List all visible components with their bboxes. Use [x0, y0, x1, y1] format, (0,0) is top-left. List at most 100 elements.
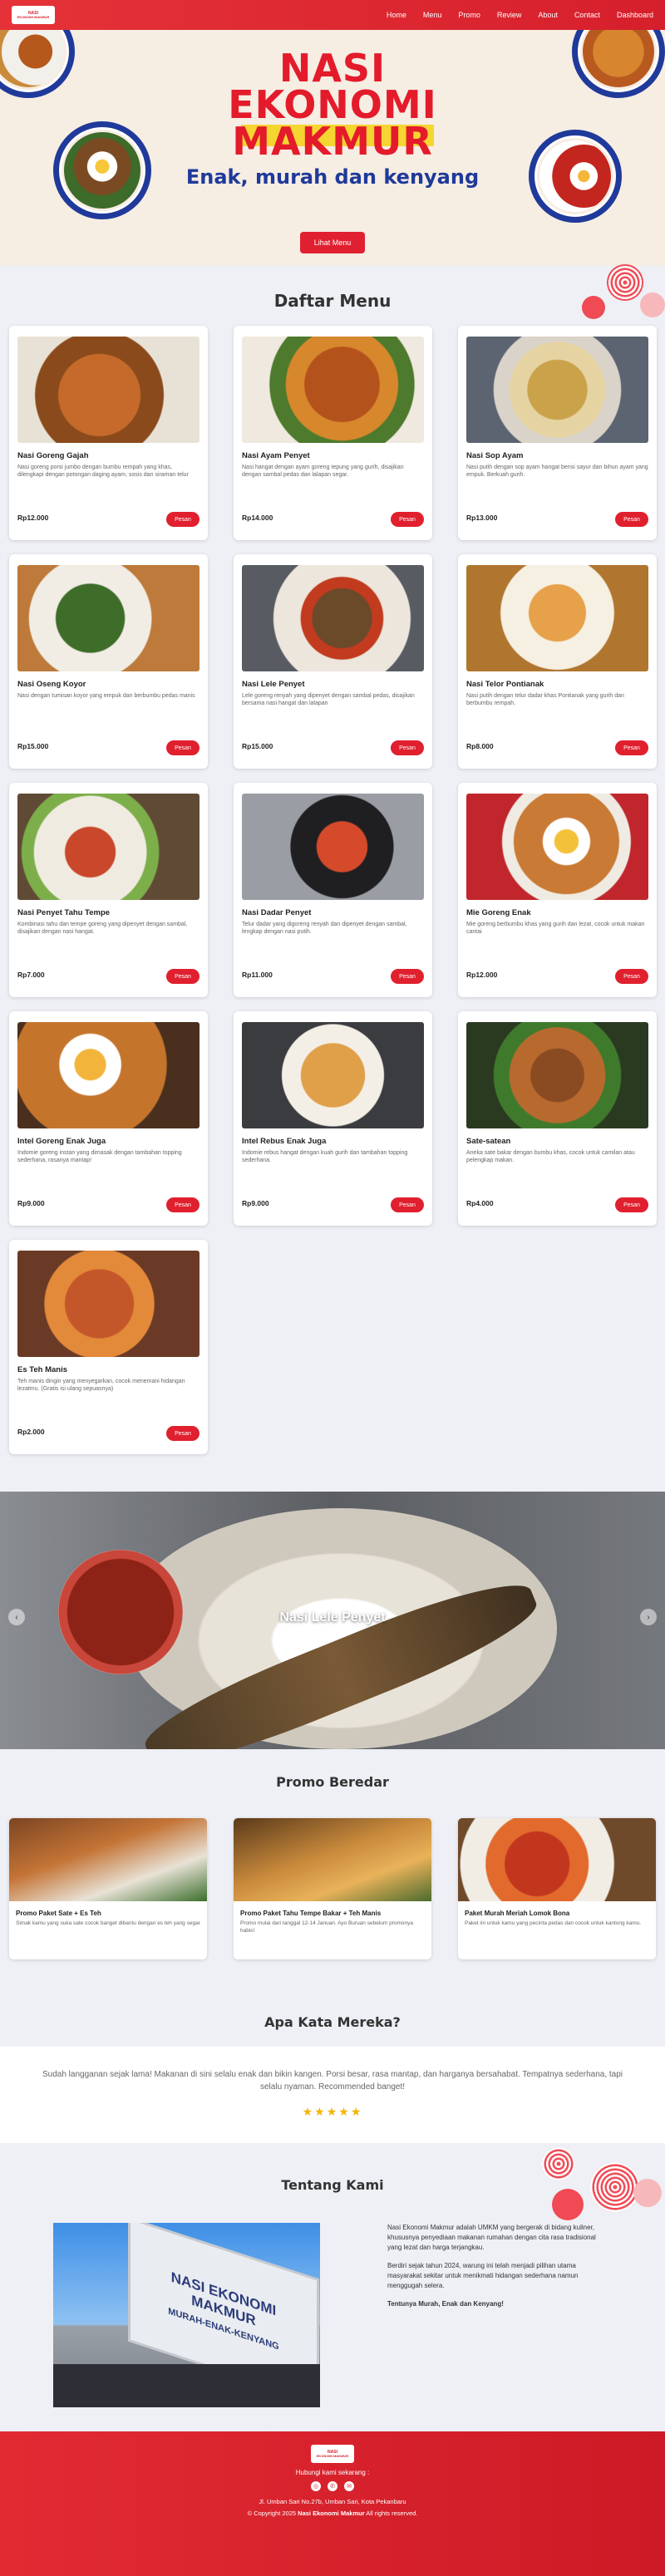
menu-item-desc: Nasi putih dengan telur dadar khas Ponti…	[466, 693, 624, 707]
order-button[interactable]: Pesan	[391, 969, 424, 984]
menu-item-name: Nasi Dadar Penyet	[242, 908, 312, 917]
promo-desc: Simak kamu yang suka sate cocok banget d…	[16, 1920, 200, 1926]
testimonial-card: Sudah langganan sejak lama! Makanan di s…	[0, 2047, 665, 2143]
nav-promo[interactable]: Promo	[458, 11, 480, 19]
menu-item-price: Rp7.000	[17, 971, 45, 979]
menu-item-image	[242, 337, 424, 443]
menu-item-name: Sate-satean	[466, 1137, 511, 1146]
brand-logo[interactable]: NASI EKONOMI MAKMUR	[12, 6, 55, 24]
instagram-icon[interactable]: ◎	[311, 2481, 321, 2491]
menu-item-name: Nasi Oseng Koyor	[17, 680, 86, 689]
promo-desc: Paket ini untuk kamu yang pecinta pedas …	[465, 1920, 642, 1926]
menu-item-price: Rp12.000	[17, 514, 49, 522]
order-button[interactable]: Pesan	[615, 969, 648, 984]
top-navbar: NASI EKONOMI MAKMUR Home Menu Promo Revi…	[0, 0, 665, 30]
hero-banner: NASI EKONOMI MAKMUR Enak, murah dan keny…	[0, 30, 665, 266]
order-button[interactable]: Pesan	[391, 740, 424, 755]
menu-item-desc: Nasi dengan tumisan koyor yang empuk dan…	[17, 693, 195, 699]
menu-item-name: Nasi Lele Penyet	[242, 680, 305, 689]
order-button[interactable]: Pesan	[615, 740, 648, 755]
menu-item-desc: Indomie rebus hangat dengan kuah gurih d…	[242, 1150, 408, 1164]
copyright-brand: Nasi Ekonomi Makmur	[298, 2510, 365, 2517]
menu-item-name: Nasi Goreng Gajah	[17, 451, 89, 460]
menu-item-price: Rp2.000	[17, 1428, 45, 1436]
menu-item-image	[17, 794, 200, 900]
menu-item-desc: Teh manis dingin yang menyegarkan, cocok…	[17, 1379, 185, 1393]
menu-item-price: Rp4.000	[466, 1199, 494, 1207]
copyright-prefix: © Copyright 2025	[247, 2510, 297, 2517]
menu-item-image	[242, 794, 424, 900]
menu-card: Nasi Dadar Penyet Telur dadar yang digore…	[234, 783, 432, 997]
menu-item-price: Rp15.000	[17, 742, 49, 750]
menu-item-name: Intel Goreng Enak Juga	[17, 1137, 106, 1146]
order-button[interactable]: Pesan	[615, 1197, 648, 1212]
rating-stars: ★★★★★	[302, 2105, 363, 2118]
order-button[interactable]: Pesan	[166, 1426, 200, 1441]
menu-card: Nasi Sop Ayam Nasi putih dengan sop ayam …	[458, 326, 657, 540]
promo-card-tahu-tempe[interactable]: Promo Paket Tahu Tempe Bakar + Teh Manis…	[234, 1818, 431, 1959]
menu-card: Sate-satean Aneka sate bakar dengan bumbu…	[458, 1011, 657, 1226]
footer-logo-line2: EKONOMI MAKMUR	[316, 2453, 349, 2458]
logo-line2: EKONOMI MAKMUR	[17, 14, 50, 19]
menu-item-image	[17, 1251, 200, 1357]
order-button[interactable]: Pesan	[166, 512, 200, 527]
menu-item-desc: Kombinasi tahu dan tempe goreng yang dip…	[17, 922, 188, 936]
nav-dashboard[interactable]: Dashboard	[617, 11, 653, 19]
menu-item-desc: Lele goreng renyah yang dipenyet dengan …	[242, 693, 415, 707]
promo-slider: Nasi Lele Penyet ‹ ›	[0, 1492, 665, 1749]
view-menu-button[interactable]: Lihat Menu	[300, 232, 365, 253]
menu-item-image	[466, 337, 648, 443]
nav-contact[interactable]: Contact	[574, 11, 600, 19]
slider-prev-button[interactable]: ‹	[8, 1609, 25, 1625]
about-section-title: Tentang Kami	[281, 2177, 384, 2193]
promo-section-title: Promo Beredar	[276, 1774, 389, 1790]
menu-item-price: Rp12.000	[466, 971, 498, 979]
slider-next-button[interactable]: ›	[640, 1609, 657, 1625]
order-button[interactable]: Pesan	[391, 512, 424, 527]
menu-item-image	[242, 565, 424, 671]
menu-item-desc: Indomie goreng instan yang dimasak denga…	[17, 1150, 182, 1164]
menu-item-price: Rp15.000	[242, 742, 273, 750]
menu-item-image	[466, 565, 648, 671]
menu-item-image	[242, 1022, 424, 1128]
promo-card-lomok[interactable]: Paket Murah Meriah Lomok Bona Paket ini …	[458, 1818, 656, 1959]
footer: NASI EKONOMI MAKMUR Hubungi kami sekaran…	[0, 2431, 665, 2576]
menu-item-price: Rp9.000	[17, 1199, 45, 1207]
about-tagline: Tentunya Murah, Enak dan Kenyang!	[387, 2300, 504, 2308]
menu-card: Intel Goreng Enak Juga Indomie goreng ins…	[9, 1011, 208, 1226]
order-button[interactable]: Pesan	[166, 740, 200, 755]
about-text: Nasi Ekonomi Makmur adalah UMKM yang ber…	[387, 2223, 612, 2318]
footer-logo[interactable]: NASI EKONOMI MAKMUR	[311, 2445, 354, 2463]
nav-review[interactable]: Review	[497, 11, 522, 19]
nav-home[interactable]: Home	[387, 11, 406, 19]
menu-card: Nasi Telor Pontianak Nasi putih dengan te…	[458, 554, 657, 769]
order-button[interactable]: Pesan	[166, 969, 200, 984]
mail-icon[interactable]: ✉	[344, 2481, 354, 2491]
about-paragraph-2: Berdiri sejak tahun 2024, warung ini tel…	[387, 2262, 579, 2289]
menu-card: Nasi Penyet Tahu Tempe Kombinasi tahu dan…	[9, 783, 208, 997]
menu-card: Es Teh Manis Teh manis dingin yang menyeg…	[9, 1240, 208, 1454]
whatsapp-icon[interactable]: ✆	[328, 2481, 337, 2491]
menu-item-desc: Telur dadar yang digoreng renyah dan dip…	[242, 922, 407, 936]
social-links: ◎ ✆ ✉	[0, 2481, 665, 2491]
order-button[interactable]: Pesan	[166, 1197, 200, 1212]
menu-item-price: Rp8.000	[466, 742, 494, 750]
promo-desc: Promo mulai dari tanggal 12-14 Januari. …	[240, 1920, 413, 1934]
menu-item-price: Rp13.000	[466, 514, 498, 522]
menu-item-image	[17, 337, 200, 443]
order-button[interactable]: Pesan	[615, 512, 648, 527]
nav-menu: Home Menu Promo Review About Contact Das…	[387, 11, 653, 19]
promo-card-sate[interactable]: Promo Paket Sate + Es Teh Simak kamu yan…	[9, 1818, 207, 1959]
menu-item-desc: Nasi putih dengan sop ayam hangat berisi…	[466, 465, 648, 479]
menu-card: Nasi Goreng Gajah Nasi goreng porsi jumbo…	[9, 326, 208, 540]
menu-item-desc: Nasi hangat dengan ayam goreng tepung ya…	[242, 465, 404, 479]
menu-item-name: Nasi Penyet Tahu Tempe	[17, 908, 111, 917]
menu-card: Nasi Oseng Koyor Nasi dengan tumisan koyo…	[9, 554, 208, 769]
menu-item-name: Nasi Ayam Penyet	[242, 451, 310, 460]
order-button[interactable]: Pesan	[391, 1197, 424, 1212]
menu-item-desc: Mie goreng berbumbu khas yang gurih dan …	[466, 922, 645, 936]
menu-item-desc: Aneka sate bakar dengan bumbu khas, coco…	[466, 1150, 635, 1164]
testimonial-text: Sudah langganan sejak lama! Makanan di s…	[42, 2070, 623, 2092]
nav-menu-link[interactable]: Menu	[423, 11, 442, 19]
nav-about[interactable]: About	[538, 11, 558, 19]
